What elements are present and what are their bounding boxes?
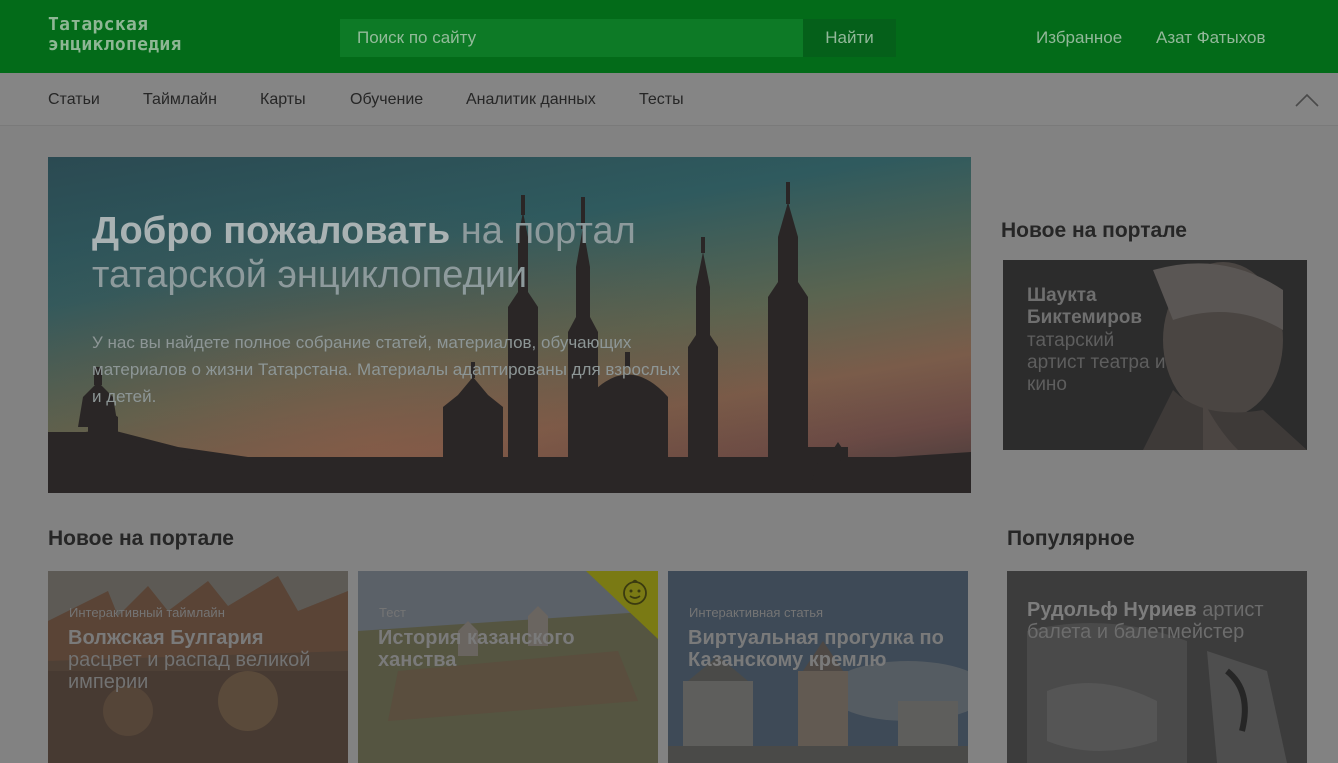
content-card-test[interactable]: Тест История казанского ханства <box>358 571 658 763</box>
logo-line-1: Татарская <box>48 14 149 35</box>
logo-line-2: энциклопедия <box>48 34 182 55</box>
card-title: Виртуальная прогулка по Казанскому кремл… <box>688 627 944 671</box>
child-face-icon <box>623 579 647 605</box>
favorites-link[interactable]: Избранное <box>1036 28 1122 48</box>
search-button[interactable]: Найти <box>803 19 896 57</box>
card-type-label: Тест <box>379 605 406 620</box>
content-card-article[interactable]: Интерактивная статья Виртуальная прогулк… <box>668 571 968 763</box>
card-title: История казанского ханства <box>378 627 575 671</box>
site-header: Татарская энциклопедия Найти Избранное А… <box>0 0 1338 73</box>
nav-item-data-analyst[interactable]: Аналитик данных <box>466 91 596 109</box>
card-type-label: Интерактивный таймлайн <box>69 605 225 620</box>
popular-person-text: Рудольф Нуриев артист балета и балетмейс… <box>1027 599 1297 643</box>
user-profile-link[interactable]: Азат Фатыхов <box>1156 28 1266 48</box>
hero-description: У нас вы найдете полное собрание статей,… <box>92 333 681 406</box>
card-subtitle: расцвет и распад великой империи <box>68 649 311 693</box>
hero-title-bold: Добро пожаловать <box>92 210 451 252</box>
nav-item-tests[interactable]: Тесты <box>639 91 684 109</box>
featured-person-name: Шаукта Биктемиров <box>1027 285 1143 328</box>
kazan-kremlin-silhouette <box>48 182 971 493</box>
popular-person-name: Рудольф Нуриев <box>1027 599 1197 621</box>
card-title-main: Волжская Булгария <box>68 627 264 649</box>
new-section-heading: Новое на портале <box>48 527 234 550</box>
side-new-heading: Новое на портале <box>1001 219 1187 242</box>
content-card-timeline[interactable]: Интерактивный таймлайн Волжская Булгария… <box>48 571 348 763</box>
search-form: Найти <box>340 19 896 57</box>
hero-banner: Добро пожаловать на портал татарской энц… <box>48 157 971 493</box>
popular-person-card[interactable]: Рудольф Нуриев артист балета и балетмейс… <box>1007 571 1307 763</box>
featured-person-desc: татарский артист театра и кино <box>1027 330 1166 395</box>
popular-heading: Популярное <box>1007 527 1135 550</box>
nav-item-articles[interactable]: Статьи <box>48 91 100 109</box>
chevron-up-icon[interactable] <box>1294 87 1320 113</box>
featured-person-card[interactable]: Шаукта Биктемиров татарский артист театр… <box>1003 260 1307 450</box>
card-title: Волжская Булгария расцвет и распад велико… <box>68 627 333 693</box>
search-input[interactable] <box>340 19 803 57</box>
card-type-label: Интерактивная статья <box>689 605 824 620</box>
main-nav: Статьи Таймлайн Карты Обучение Аналитик … <box>0 73 1338 126</box>
nav-item-maps[interactable]: Карты <box>260 91 306 109</box>
site-logo[interactable]: Татарская энциклопедия <box>48 15 182 55</box>
hero-title: Добро пожаловать на портал татарской энц… <box>92 209 712 297</box>
nav-item-learning[interactable]: Обучение <box>350 91 423 109</box>
nav-item-timeline[interactable]: Таймлайн <box>143 91 217 109</box>
